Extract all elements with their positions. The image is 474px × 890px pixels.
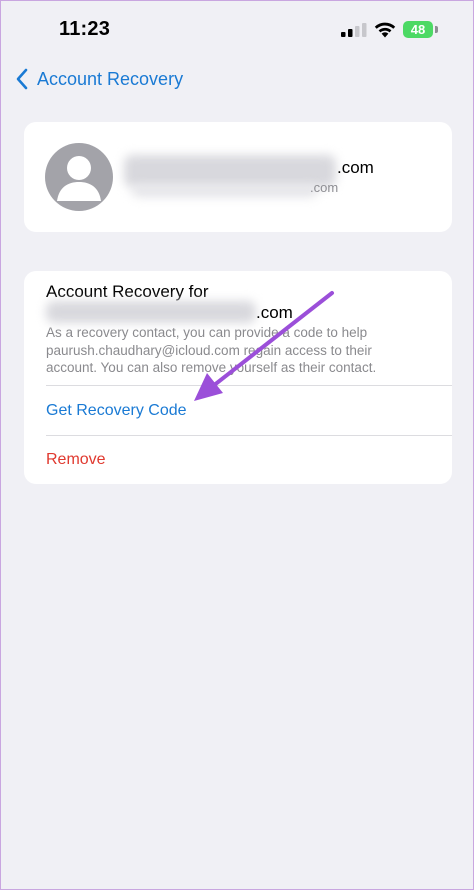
back-button[interactable]: Account Recovery: [15, 65, 183, 93]
status-time: 11:23: [59, 18, 111, 40]
person-icon: [57, 156, 101, 201]
recovery-email-suffix: .com: [256, 303, 293, 322]
divider: [46, 435, 452, 436]
battery-nub: [435, 26, 438, 33]
redacted-contact-email: [46, 301, 256, 323]
back-button-label: Account Recovery: [37, 68, 184, 89]
redacted-name: [124, 155, 336, 187]
get-recovery-code-button[interactable]: Get Recovery Code: [46, 402, 187, 420]
wifi-icon: [374, 22, 396, 38]
cellular-signal-icon: [341, 23, 367, 37]
avatar: [45, 143, 113, 211]
recovery-card: Account Recovery for .com As a recovery …: [24, 271, 452, 484]
redacted-email: [132, 185, 318, 197]
recovery-title: Account Recovery for: [46, 282, 209, 301]
divider: [46, 385, 452, 386]
battery-icon: 48: [403, 21, 433, 38]
profile-email-sub-suffix: .com: [310, 180, 339, 195]
status-bar: 11:23 48: [1, 1, 474, 59]
recovery-description: As a recovery contact, you can provide a…: [46, 325, 377, 375]
remove-button[interactable]: Remove: [46, 451, 106, 469]
profile-card: .com .com: [24, 122, 452, 232]
profile-email-suffix: .com: [337, 158, 374, 177]
chevron-left-icon: [16, 68, 28, 90]
battery-level: 48: [410, 22, 426, 37]
